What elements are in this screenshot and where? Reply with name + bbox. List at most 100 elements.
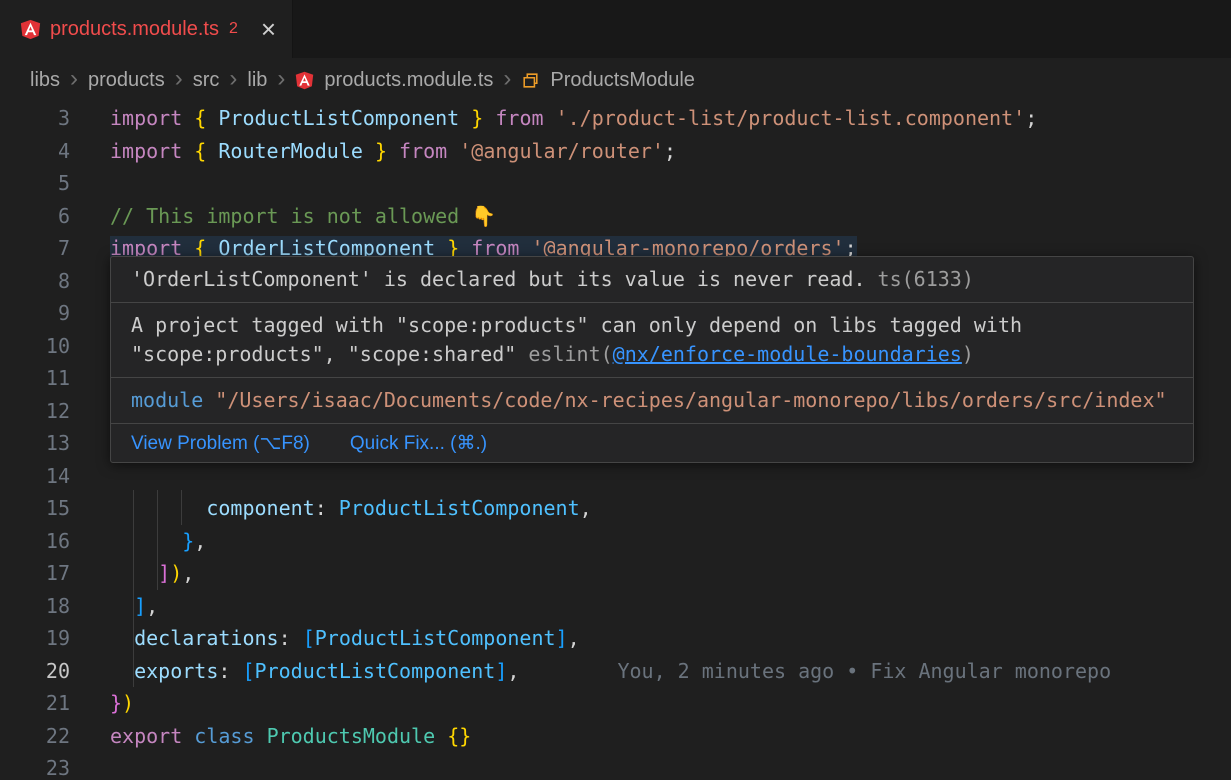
code-token: component: [206, 496, 314, 520]
code-token: ,: [507, 659, 519, 683]
line-number[interactable]: 5: [0, 167, 70, 200]
line-number[interactable]: 18: [0, 590, 70, 623]
code-line-19[interactable]: 19 declarations: [ProductListComponent],: [0, 622, 1231, 655]
line-number[interactable]: 16: [0, 525, 70, 558]
line-number[interactable]: 4: [0, 135, 70, 168]
code-line-3[interactable]: 3 import { ProductListComponent } from '.…: [0, 102, 1231, 135]
code-line-5[interactable]: 5: [0, 167, 1231, 200]
tab-title: products.module.ts: [50, 18, 219, 41]
code-token: ): [170, 561, 182, 585]
breadcrumb-item-libs[interactable]: libs: [30, 69, 60, 92]
code-token: [206, 139, 218, 163]
chevron-right-icon: ›: [277, 67, 285, 91]
indent-guide: [157, 490, 158, 590]
code-line-23[interactable]: 23: [0, 752, 1231, 780]
code-token: import: [110, 139, 182, 163]
code-token: 👇: [471, 204, 496, 228]
eslint-rule-link[interactable]: @nx/enforce-module-boundaries: [613, 342, 962, 366]
tab-problems-badge: 2: [229, 20, 238, 38]
code-line-6[interactable]: 6 // This import is not allowed 👇: [0, 200, 1231, 233]
view-problem-link[interactable]: View Problem (⌥F8): [131, 432, 310, 455]
line-number[interactable]: 7: [0, 232, 70, 265]
code-token: [459, 106, 471, 130]
line-number[interactable]: 22: [0, 720, 70, 753]
code-token: [206, 106, 218, 130]
line-number[interactable]: 3: [0, 102, 70, 135]
code-token: [: [303, 626, 315, 650]
code-line-20[interactable]: 20 exports: [ProductListComponent],You, …: [0, 655, 1231, 688]
line-number[interactable]: 20: [0, 655, 70, 688]
code-token: :: [218, 659, 242, 683]
breadcrumb: libs › products › src › lib › products.m…: [0, 58, 1231, 102]
line-number[interactable]: 15: [0, 492, 70, 525]
line-number[interactable]: 14: [0, 460, 70, 493]
code-token: :: [315, 496, 339, 520]
quick-fix-link[interactable]: Quick Fix... (⌘.): [350, 432, 487, 455]
line-number[interactable]: 10: [0, 330, 70, 363]
code-line-18[interactable]: 18 ],: [0, 590, 1231, 623]
code-token: {}: [447, 724, 471, 748]
line-number[interactable]: 11: [0, 362, 70, 395]
code-token: [203, 388, 215, 412]
breadcrumb-item-products[interactable]: products: [88, 69, 165, 92]
code-token: "/Users/isaac/Documents/code/nx-recipes/…: [215, 388, 1166, 412]
editor: 3 import { ProductListComponent } from '.…: [0, 102, 1231, 780]
breadcrumb-item-src[interactable]: src: [193, 69, 220, 92]
code-token: [110, 659, 134, 683]
angular-icon: [295, 71, 314, 90]
hover-actions: View Problem (⌥F8) Quick Fix... (⌘.): [111, 424, 1193, 462]
code-token: }: [471, 106, 483, 130]
tab-products-module[interactable]: products.module.ts 2 ×: [0, 0, 293, 58]
line-content: import { ProductListComponent } from './…: [110, 102, 1037, 135]
code-token: [110, 561, 158, 585]
line-number[interactable]: 13: [0, 427, 70, 460]
code-token: ,: [580, 496, 592, 520]
code-line-17[interactable]: 17 ]),: [0, 557, 1231, 590]
code-token: ;: [664, 139, 676, 163]
line-content: },: [110, 525, 206, 558]
code-token: ProductListComponent: [255, 659, 496, 683]
code-token: ]: [495, 659, 507, 683]
code-token: :: [279, 626, 303, 650]
line-content: component: ProductListComponent,: [110, 492, 592, 525]
line-number[interactable]: 21: [0, 687, 70, 720]
breadcrumb-item-file[interactable]: products.module.ts: [324, 69, 493, 92]
line-number[interactable]: 19: [0, 622, 70, 655]
code-token: [: [242, 659, 254, 683]
code-token: [182, 106, 194, 130]
code-token: 'OrderListComponent' is declared but its…: [131, 267, 878, 291]
line-content: ],: [110, 590, 158, 623]
code-line-16[interactable]: 16 },: [0, 525, 1231, 558]
code-token: ): [122, 691, 134, 715]
line-number[interactable]: 9: [0, 297, 70, 330]
line-number[interactable]: 8: [0, 265, 70, 298]
code-line-15[interactable]: 15 component: ProductListComponent,: [0, 492, 1231, 525]
breadcrumb-item-lib[interactable]: lib: [247, 69, 267, 92]
breadcrumb-item-symbol[interactable]: ProductsModule: [550, 69, 695, 92]
code-line-22[interactable]: 22export class ProductsModule {}: [0, 720, 1231, 753]
code-token: {: [194, 106, 206, 130]
code-token: [544, 106, 556, 130]
code-token: [182, 724, 194, 748]
code-token: [447, 139, 459, 163]
code-token: import: [110, 106, 182, 130]
code-token: ]: [158, 561, 170, 585]
line-number[interactable]: 12: [0, 395, 70, 428]
line-number[interactable]: 17: [0, 557, 70, 590]
code-token: './product-list/product-list.component': [556, 106, 1026, 130]
code-line-21[interactable]: 21}): [0, 687, 1231, 720]
close-icon[interactable]: ×: [261, 16, 276, 42]
hover-popup: 'OrderListComponent' is declared but its…: [110, 256, 1194, 463]
code-token: ]: [134, 594, 146, 618]
code-token: [110, 529, 182, 553]
class-symbol-icon: [521, 71, 540, 90]
line-content: // This import is not allowed 👇: [110, 200, 496, 233]
line-number[interactable]: 6: [0, 200, 70, 233]
code-token: ]: [556, 626, 568, 650]
git-blame-annotation: You, 2 minutes ago • Fix Angular monorep…: [617, 659, 1111, 683]
code-line-14[interactable]: 14: [0, 460, 1231, 493]
angular-icon: [20, 19, 41, 40]
line-number[interactable]: 23: [0, 752, 70, 780]
hover-rows: 'OrderListComponent' is declared but its…: [111, 257, 1193, 424]
code-line-4[interactable]: 4import { RouterModule } from '@angular/…: [0, 135, 1231, 168]
